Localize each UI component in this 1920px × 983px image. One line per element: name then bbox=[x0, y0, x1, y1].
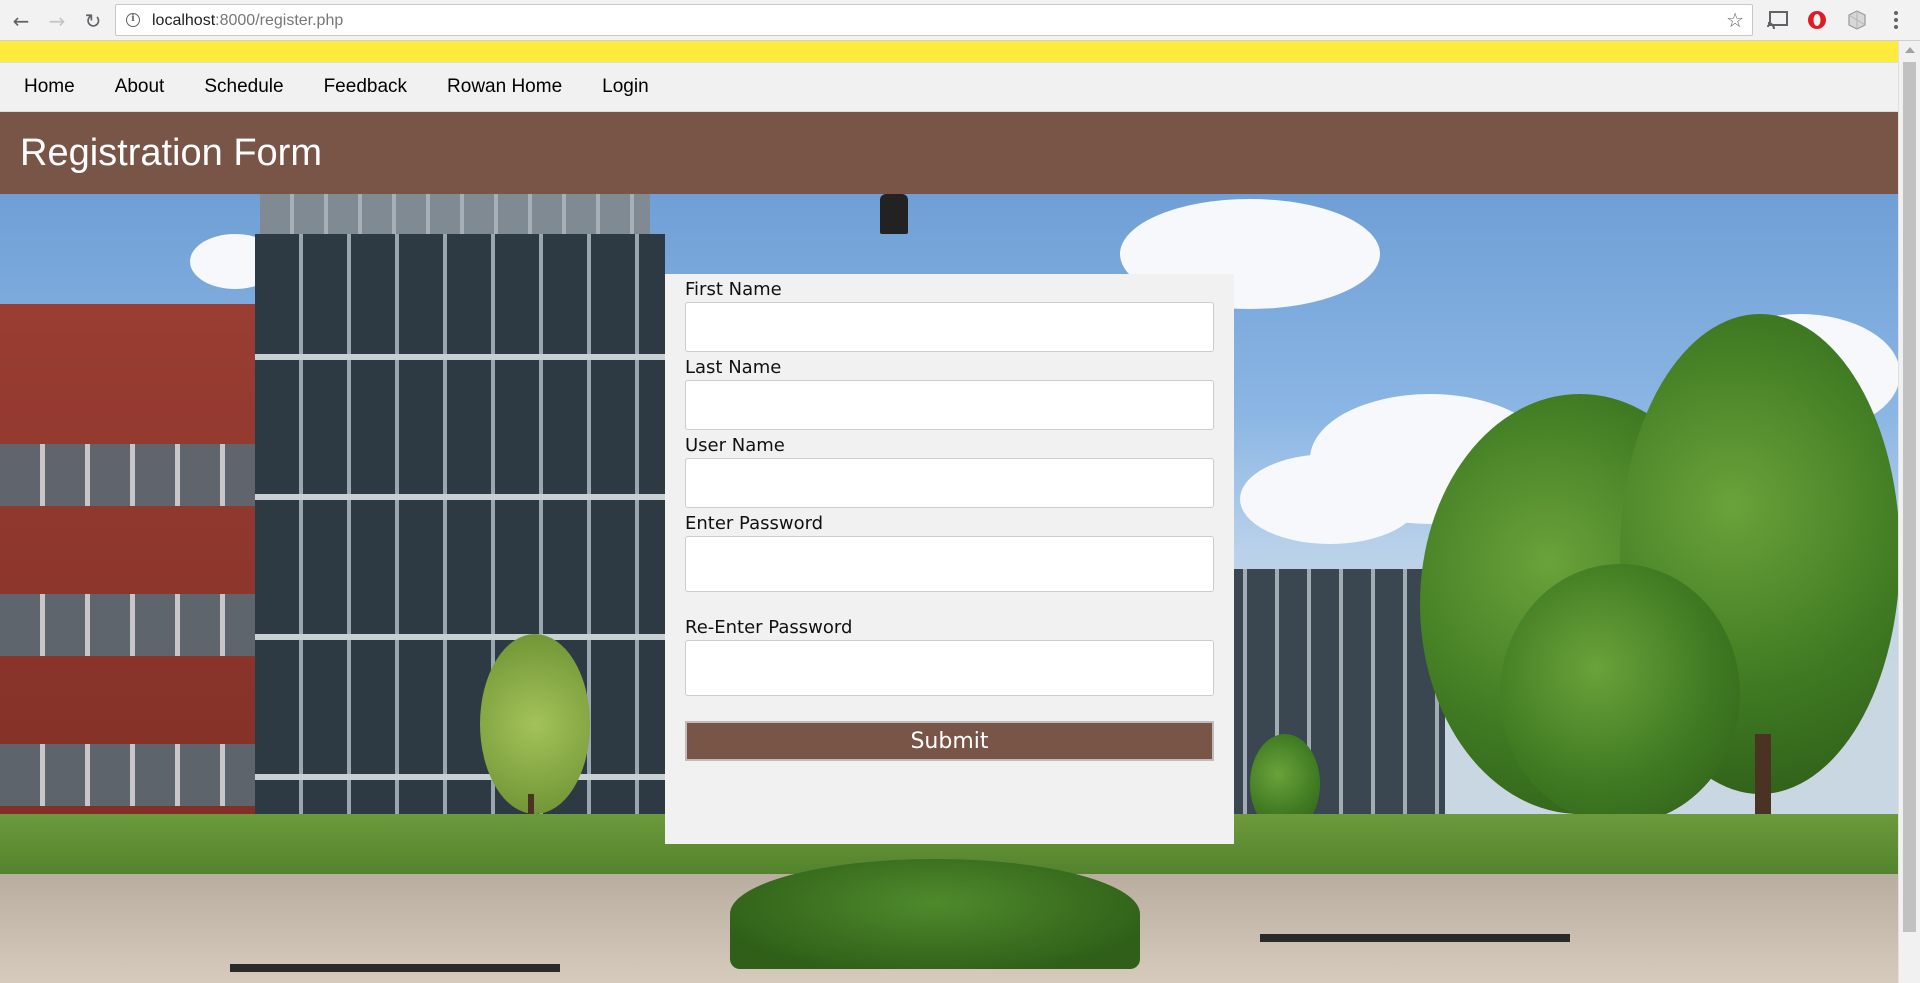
forward-icon[interactable]: → bbox=[44, 8, 70, 34]
nav-schedule[interactable]: Schedule bbox=[184, 63, 303, 111]
user-name-input[interactable] bbox=[685, 458, 1214, 508]
top-navigation: Home About Schedule Feedback Rowan Home … bbox=[0, 62, 1898, 112]
address-bar[interactable]: i localhost:8000/register.php ☆ bbox=[115, 4, 1753, 36]
nav-feedback[interactable]: Feedback bbox=[304, 63, 427, 111]
reenter-password-input[interactable] bbox=[685, 640, 1214, 696]
password-label: Enter Password bbox=[685, 513, 824, 534]
page-title: Registration Form bbox=[20, 131, 322, 174]
url-text: localhost:8000/register.php bbox=[152, 12, 343, 30]
registration-form: First Name Last Name User Name Enter Pas… bbox=[665, 274, 1234, 844]
back-icon[interactable]: ← bbox=[8, 8, 34, 34]
first-name-label: First Name bbox=[685, 279, 782, 300]
scroll-up-icon[interactable] bbox=[1905, 47, 1915, 53]
extension-icon[interactable] bbox=[1846, 9, 1868, 31]
top-accent-bar bbox=[0, 41, 1898, 62]
page-header: Registration Form bbox=[0, 112, 1898, 194]
nav-home[interactable]: Home bbox=[4, 63, 95, 111]
submit-button[interactable]: Submit bbox=[685, 721, 1214, 761]
reenter-password-label: Re-Enter Password bbox=[685, 617, 853, 638]
url-path: :8000/register.php bbox=[215, 12, 344, 29]
opera-icon[interactable] bbox=[1806, 9, 1828, 31]
browser-toolbar: ← → ↻ i localhost:8000/register.php ☆ bbox=[0, 0, 1920, 41]
page-viewport: Home About Schedule Feedback Rowan Home … bbox=[0, 41, 1898, 983]
star-icon[interactable]: ☆ bbox=[1726, 8, 1744, 32]
nav-rowan-home[interactable]: Rowan Home bbox=[427, 63, 582, 111]
nav-about[interactable]: About bbox=[95, 63, 185, 111]
first-name-input[interactable] bbox=[685, 302, 1214, 352]
menu-icon[interactable] bbox=[1888, 9, 1904, 31]
user-name-label: User Name bbox=[685, 435, 785, 456]
info-icon[interactable]: i bbox=[126, 13, 140, 27]
page-scrollbar[interactable] bbox=[1898, 41, 1920, 983]
scrollbar-thumb[interactable] bbox=[1903, 62, 1916, 932]
form-spacer bbox=[685, 592, 1214, 616]
nav-login[interactable]: Login bbox=[582, 63, 669, 111]
reload-icon[interactable]: ↻ bbox=[80, 8, 106, 34]
password-input[interactable] bbox=[685, 536, 1214, 592]
last-name-label: Last Name bbox=[685, 357, 782, 378]
url-host: localhost bbox=[152, 12, 216, 29]
cast-icon[interactable] bbox=[1766, 9, 1790, 31]
last-name-input[interactable] bbox=[685, 380, 1214, 430]
